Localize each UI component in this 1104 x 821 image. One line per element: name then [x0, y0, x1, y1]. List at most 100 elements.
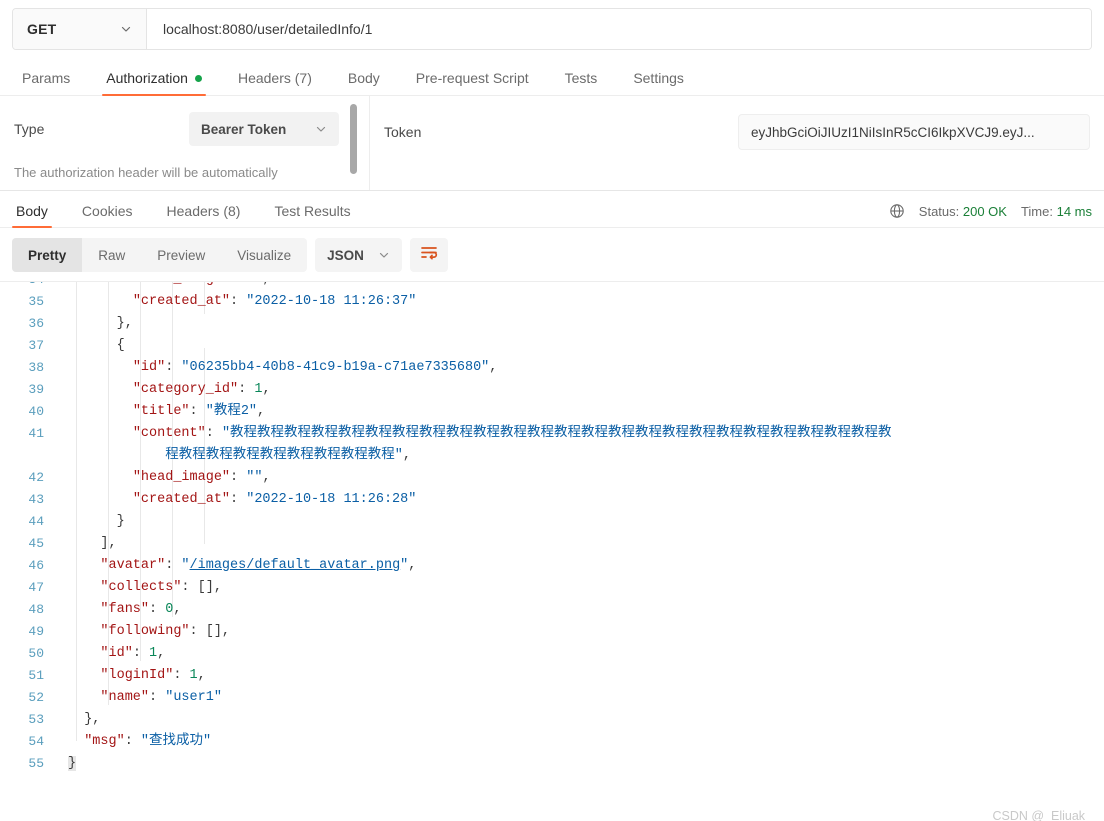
code-token: : — [230, 492, 247, 507]
code-line: 51 "loginId": 1, — [0, 665, 1104, 687]
code-line-number: 34 — [0, 282, 56, 291]
request-url-input[interactable]: localhost:8080/user/detailedInfo/1 — [147, 9, 1091, 49]
code-line-text: "id": "06235bb4-40b8-41c9-b19a-c71ae7335… — [56, 357, 1104, 379]
response-tab-headers[interactable]: Headers (8) — [163, 203, 245, 227]
authorization-panel: Type Bearer Token The authorization head… — [0, 96, 1104, 190]
code-token: "" — [246, 282, 262, 287]
code-token: : — [165, 360, 182, 375]
code-token: : — [189, 404, 206, 419]
tab-settings[interactable]: Settings — [623, 70, 694, 95]
view-mode-raw[interactable]: Raw — [82, 238, 141, 272]
response-tab-test-results[interactable]: Test Results — [270, 203, 354, 227]
time-prefix: Time: — [1020, 203, 1057, 219]
code-token: "msg" — [84, 734, 125, 749]
code-line-text: } — [56, 753, 1104, 775]
view-mode-segmented-control: Pretty Raw Preview Visualize — [12, 238, 308, 272]
code-token: "查找成功" — [140, 734, 212, 749]
code-line: 49 "following": [], — [0, 621, 1104, 643]
code-line-text: { — [56, 335, 1104, 357]
tab-authorization[interactable]: Authorization — [96, 70, 212, 96]
code-token: "" — [246, 470, 263, 485]
code-line: 39 "category_id": 1, — [0, 379, 1104, 401]
view-mode-visualize[interactable]: Visualize — [221, 238, 307, 272]
code-line-text: }, — [56, 709, 1104, 731]
chevron-down-icon — [378, 249, 390, 261]
response-tab-body[interactable]: Body — [12, 203, 52, 228]
authorization-type-column: Type Bearer Token The authorization head… — [0, 96, 370, 190]
code-token: : — [230, 294, 247, 309]
tab-body[interactable]: Body — [338, 70, 390, 95]
time-value: 14 ms — [1056, 203, 1092, 219]
authorization-type-row: Type Bearer Token — [14, 112, 355, 146]
chevron-down-icon — [315, 123, 327, 135]
tab-pre-request-script[interactable]: Pre-request Script — [406, 70, 539, 95]
code-line-number: 48 — [28, 602, 44, 617]
authorization-type-dropdown[interactable]: Bearer Token — [189, 112, 339, 146]
code-line-text: "created_at": "2022-10-18 11:26:37" — [56, 291, 1104, 313]
code-token: " — [181, 558, 190, 573]
code-token: "collects" — [100, 580, 182, 595]
code-line: 52 "name": "user1" — [0, 687, 1104, 709]
code-token: : — [165, 558, 182, 573]
tab-params[interactable]: Params — [12, 70, 80, 95]
code-line-number: 51 — [28, 668, 44, 683]
tab-pre-request-script-label: Pre-request Script — [415, 70, 529, 86]
response-view-toolbar: Pretty Raw Preview Visualize JSON — [0, 228, 1104, 281]
code-line: 35 "created_at": "2022-10-18 11:26:37" — [0, 291, 1104, 313]
code-line: 48 "fans": 0, — [0, 599, 1104, 621]
code-line-text: "following": [], — [56, 621, 1104, 643]
code-line-text: "msg": "查找成功" — [56, 731, 1104, 753]
code-token: "following" — [100, 624, 190, 639]
view-mode-preview[interactable]: Preview — [141, 238, 221, 272]
code-line-text: "name": "user1" — [56, 687, 1104, 709]
tab-headers[interactable]: Headers (7) — [228, 70, 322, 95]
code-line-text: "fans": 0, — [56, 599, 1104, 621]
code-line: 45 ], — [0, 533, 1104, 555]
code-line: 46 "avatar": "/images/default_avatar.png… — [0, 555, 1104, 577]
authorization-vertical-scrollbar[interactable] — [350, 104, 357, 174]
request-url-bar: GET localhost:8080/user/detailedInfo/1 — [12, 8, 1092, 50]
code-token: : — [230, 470, 247, 485]
code-token: "avatar" — [100, 558, 166, 573]
code-token: } — [68, 756, 77, 771]
code-line: 47 "collects": [], — [0, 577, 1104, 599]
code-line-text: "head_image": "", — [56, 467, 1104, 489]
token-input[interactable]: eyJhbGciOiJIUzI1NiIsInR5cCI6IkpXVCJ9.eyJ… — [738, 114, 1090, 150]
response-tab-cookies[interactable]: Cookies — [78, 203, 137, 227]
view-mode-pretty[interactable]: Pretty — [12, 238, 83, 272]
word-wrap-toggle-button[interactable] — [409, 238, 448, 272]
code-horizontal-scrollbar[interactable] — [0, 799, 1104, 805]
authorization-type-label: Type — [14, 121, 45, 137]
response-body-code-view[interactable]: 34 "head_image": "", 35 "created_at": "20… — [0, 281, 1104, 805]
code-token: "head_image" — [132, 470, 231, 485]
code-token: "2022-10-18 11:26:28" — [246, 492, 417, 507]
code-line: 36 }, — [0, 313, 1104, 335]
code-token: 1 — [149, 646, 158, 661]
response-tab-cookies-label: Cookies — [81, 203, 133, 219]
code-token: { — [68, 338, 125, 353]
view-mode-visualize-label: Visualize — [237, 247, 292, 263]
code-token: "教程2" — [205, 404, 258, 419]
code-line-text: }, — [56, 313, 1104, 335]
response-format-value: JSON — [327, 247, 364, 263]
code-token: , — [408, 558, 417, 573]
code-token: "loginId" — [100, 668, 174, 683]
tab-tests[interactable]: Tests — [555, 70, 608, 95]
code-line-number: 50 — [28, 646, 44, 661]
http-method-select[interactable]: GET — [13, 9, 147, 49]
authorization-type-value: Bearer Token — [201, 121, 287, 137]
code-line-number: 46 — [28, 558, 44, 573]
code-token: [], — [205, 624, 231, 639]
postman-window: GET localhost:8080/user/detailedInfo/1 P… — [0, 8, 1104, 821]
status-prefix: Status: — [918, 203, 963, 219]
response-format-select[interactable]: JSON — [315, 238, 402, 272]
